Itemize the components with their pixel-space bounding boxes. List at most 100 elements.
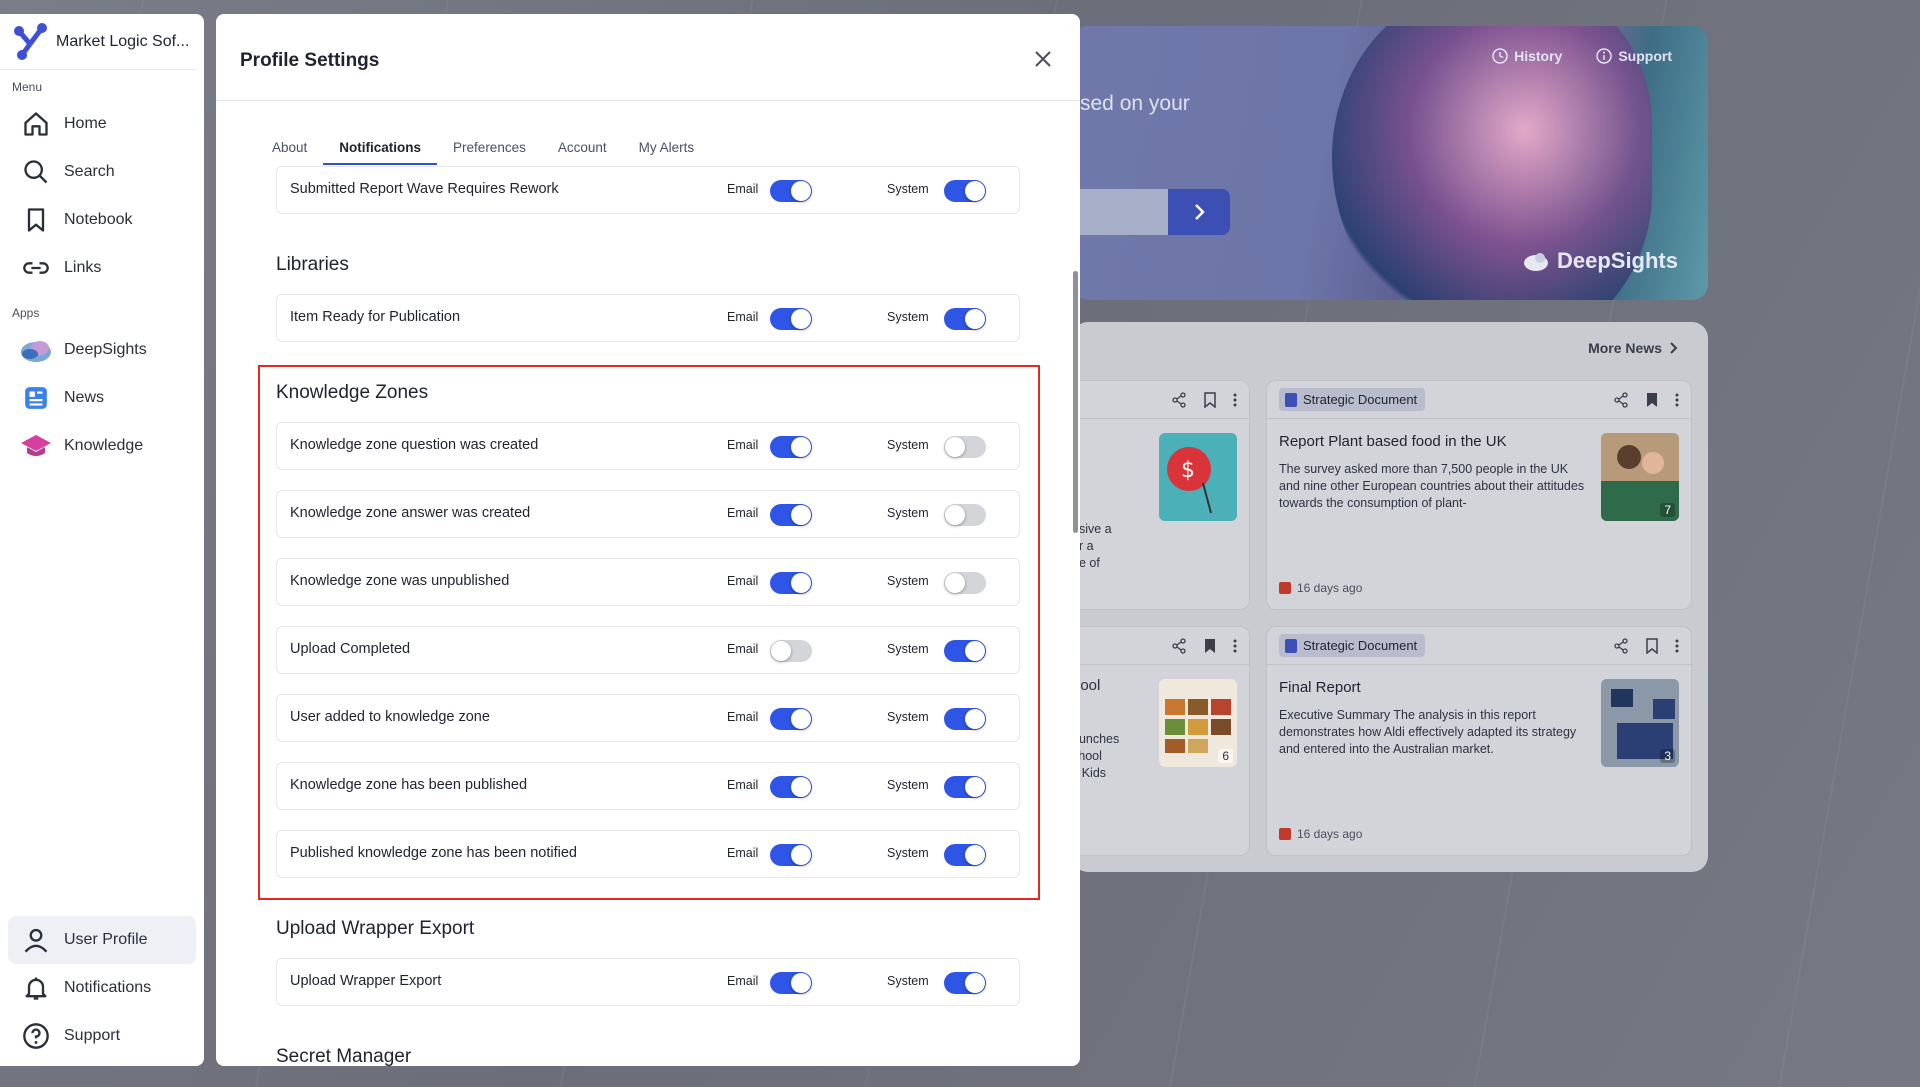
card-date-label: 16 days ago [1297,581,1363,595]
brand-logo-icon [10,22,50,62]
sidebar-item-knowledge[interactable]: Knowledge [8,422,196,470]
sidebar: Market Logic Sof... Menu Home Search Not… [0,14,204,1066]
card-header [1072,627,1249,665]
email-label: Email [727,310,759,324]
user-icon [20,924,52,956]
system-toggle[interactable] [944,972,986,994]
card-summary: Executive Summary The analysis in this r… [1279,708,1577,756]
sidebar-item-notifications[interactable]: Notifications [8,964,196,1012]
menu-section-label: Menu [12,80,43,94]
card-actions [1171,391,1237,408]
bookmark-filled-icon[interactable] [1203,638,1217,654]
deepsights-logo-icon [1523,253,1548,271]
hero-brand: DeepSights [1523,248,1678,274]
card-date: 16 days ago [1279,827,1362,841]
sidebar-item-label: Search [64,163,115,180]
card-date: 16 days ago [1279,581,1362,595]
brand-name: Market Logic Sof... [56,32,190,50]
more-vertical-icon[interactable] [1233,393,1237,407]
sidebar-item-links[interactable]: Links [8,244,196,292]
share-icon[interactable] [1171,391,1187,408]
news-card-partial-bottom[interactable]: hool Lunches chool y Kids 6 [1072,626,1250,856]
deepsights-icon [20,334,52,366]
badge-label: Strategic Document [1303,638,1418,653]
bookmark-filled-icon[interactable] [1645,392,1659,408]
hero-submit-button[interactable] [1168,189,1230,235]
email-toggle[interactable] [770,308,812,330]
view-count: 7 [1660,503,1675,517]
sidebar-bottom: User Profile Notifications Support [0,916,204,1066]
share-icon[interactable] [1613,391,1629,408]
card-thumbnail: 3 [1601,679,1679,767]
email-label: Email [727,974,759,988]
more-vertical-icon[interactable] [1675,639,1679,653]
share-icon[interactable] [1613,637,1629,654]
notification-label: Submitted Report Wave Requires Rework [290,181,559,197]
pdf-icon [1279,828,1291,840]
support-link[interactable]: Support [1596,48,1672,64]
document-type-badge: Strategic Document [1279,634,1426,657]
brand[interactable]: Market Logic Sof... [0,14,196,70]
hero-links: History Support [1492,48,1672,64]
share-icon[interactable] [1171,637,1187,654]
document-icon [1285,392,1297,407]
history-link[interactable]: History [1492,48,1562,64]
sidebar-item-search[interactable]: Search [8,148,196,196]
view-count: 3 [1660,749,1675,763]
more-news-label: More News [1588,340,1662,356]
info-icon [1596,48,1613,64]
system-toggle[interactable] [944,180,986,202]
email-label: Email [727,182,759,196]
sidebar-item-user-profile[interactable]: User Profile [8,916,196,964]
sidebar-item-label: Knowledge [64,437,144,454]
document-icon [1285,638,1297,653]
card-thumbnail: 6 [1159,679,1237,767]
card-header: Strategic Document [1267,627,1691,665]
news-icon [20,382,52,414]
sidebar-item-news[interactable]: News [8,374,196,422]
chevron-right-icon [1670,342,1678,354]
section-title-libraries: Libraries [276,254,349,275]
email-toggle[interactable] [770,972,812,994]
hero-text: sed on your [1080,92,1190,115]
apps-section-label: Apps [12,306,40,320]
sidebar-item-support[interactable]: Support [8,1012,196,1060]
help-icon [20,1020,52,1052]
sidebar-item-home[interactable]: Home [8,100,196,148]
notification-label: Upload Wrapper Export [290,973,442,989]
system-label: System [887,182,929,196]
hero-search-input[interactable] [1072,189,1168,235]
card-summary: The survey asked more than 7,500 people … [1279,462,1585,510]
card-header: Strategic Document [1267,381,1691,419]
email-toggle[interactable] [770,180,812,202]
link-icon [20,252,52,284]
more-news-link[interactable]: More News [1588,340,1678,356]
system-toggle[interactable] [944,308,986,330]
bookmark-icon[interactable] [1645,637,1659,654]
card-title[interactable]: Report Plant based food in the UK [1279,433,1507,450]
news-card-partial-top[interactable]: nsive a er a ne of $ [1072,380,1250,610]
sidebar-item-label: Home [64,115,107,132]
sidebar-item-deepsights[interactable]: DeepSights [8,326,196,374]
more-vertical-icon[interactable] [1233,639,1237,653]
knowledge-icon [20,430,52,462]
sidebar-item-label: Notifications [64,979,152,996]
chevron-right-icon [1195,204,1205,220]
news-card[interactable]: Strategic Document Report Plant based fo… [1266,380,1692,610]
more-vertical-icon[interactable] [1675,393,1679,407]
card-title[interactable]: Final Report [1279,679,1361,696]
history-label: History [1514,48,1563,64]
notification-row: Item Ready for Publication Email System [276,294,1020,342]
sidebar-item-notebook[interactable]: Notebook [8,196,196,244]
card-actions [1613,637,1679,654]
card-actions [1171,637,1237,654]
sidebar-item-label: Support [64,1027,121,1044]
support-label: Support [1618,48,1672,64]
news-panel: More News nsive a er a ne of $ hool Lunc [1072,322,1708,872]
bookmark-icon[interactable] [1203,391,1217,408]
sidebar-item-label: News [64,389,105,406]
badge-label: Strategic Document [1303,392,1418,407]
news-card[interactable]: Strategic Document Final Report Executiv… [1266,626,1692,856]
system-label: System [887,974,929,988]
home-icon [20,108,52,140]
